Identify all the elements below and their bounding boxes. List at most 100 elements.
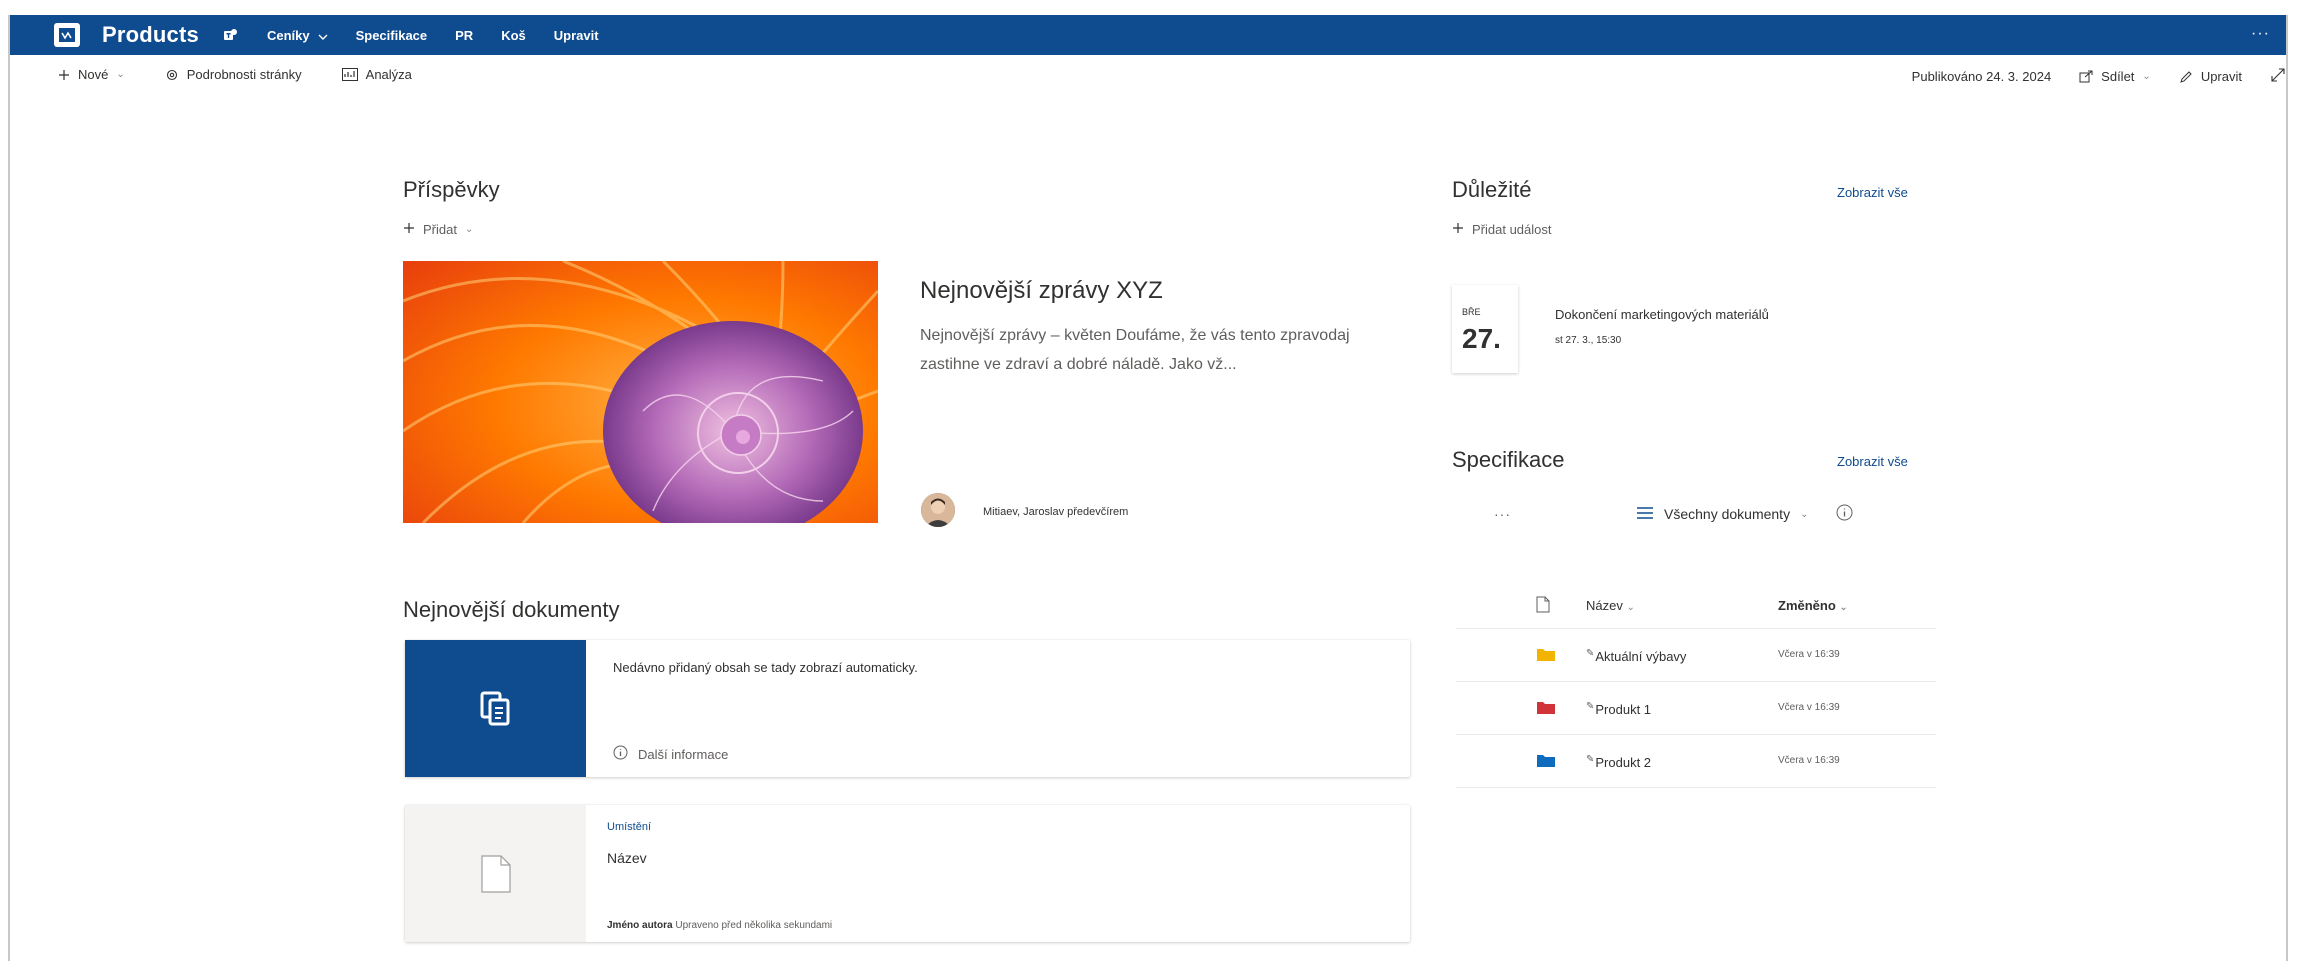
page-details-label: Podrobnosti stránky: [186, 67, 302, 82]
new-item-icon: ✎: [1586, 754, 1595, 765]
published-status: Publikováno 24. 3. 2024: [1911, 69, 2052, 84]
edit-label: Upravit: [2200, 69, 2242, 84]
nav-item-pr[interactable]: PR: [455, 28, 473, 43]
command-bar: Nové ⌄ Podrobnosti stránky Analýza Publi…: [10, 55, 2286, 99]
avatar[interactable]: [921, 493, 955, 527]
column-header-name[interactable]: Název ⌄: [1586, 598, 1635, 613]
gear-icon: [165, 68, 179, 82]
new-item-icon: ✎: [1586, 648, 1595, 659]
new-button[interactable]: Nové ⌄: [58, 67, 125, 82]
row-name-label: Aktuální výbavy: [1595, 649, 1687, 664]
more-icon[interactable]: ···: [2251, 25, 2270, 43]
plus-icon: [58, 69, 70, 81]
nav-item-label: PR: [455, 27, 474, 43]
chevron-down-icon: ⌄: [1626, 602, 1635, 613]
row-modified: Včera v 16:39: [1778, 702, 1840, 713]
nav-item-specifikace[interactable]: Specifikace: [356, 28, 428, 43]
column-header-name-label: Název: [1586, 598, 1623, 613]
table-header-row: Název ⌄ Změněno ⌄: [1456, 578, 1936, 629]
documents-icon: [405, 640, 586, 777]
events-heading: Důležité: [1452, 177, 1532, 202]
analytics-button[interactable]: Analýza: [341, 67, 412, 82]
nav-item-ceniky[interactable]: Ceníky: [267, 28, 328, 43]
news-title[interactable]: Nejnovější zprávy XYZ: [920, 277, 1163, 305]
info-icon[interactable]: [1836, 504, 1853, 524]
view-selector[interactable]: Všechny dokumenty ⌄: [1636, 504, 1853, 524]
library-heading: Specifikace: [1452, 447, 1565, 472]
view-selector-label: Všechny dokumenty: [1664, 506, 1791, 522]
row-modified: Včera v 16:39: [1778, 755, 1840, 766]
row-modified: Včera v 16:39: [1778, 649, 1840, 660]
share-button[interactable]: Sdílet ⌄: [2079, 69, 2151, 84]
analytics-label: Analýza: [365, 67, 412, 82]
site-logo-icon[interactable]: [54, 23, 80, 47]
recent-docs-heading: Nejnovější dokumenty: [403, 597, 620, 622]
library-see-all-link[interactable]: Zobrazit vše: [1837, 454, 1908, 469]
chevron-down-icon: [318, 28, 328, 43]
add-event-label: Přidat událost: [1472, 222, 1552, 237]
news-author: Mitiaev, Jaroslav předevčírem: [983, 506, 1129, 518]
row-name[interactable]: ✎Aktuální výbavy: [1586, 648, 1687, 664]
plus-icon: [403, 222, 415, 237]
recent-doc-placeholder-card[interactable]: Nedávno přidaný obsah se tady zobrazí au…: [405, 640, 1410, 777]
chevron-down-icon: ⌄: [1839, 602, 1848, 613]
row-name[interactable]: ✎Produkt 1: [1586, 701, 1652, 717]
column-header-modified-label: Změněno: [1778, 598, 1836, 613]
table-row[interactable]: ✎Aktuální výbavy Včera v 16:39: [1456, 629, 1936, 682]
news-heading: Příspěvky: [403, 177, 500, 202]
nav-item-label: Ceníky: [266, 27, 310, 43]
add-post-label: Přidat: [423, 222, 457, 237]
doc-author: Jméno autora: [607, 920, 673, 931]
event-title[interactable]: Dokončení marketingových materiálů: [1555, 307, 1769, 322]
site-header: Products Ceníky Specifikace PR Koš Uprav…: [10, 15, 2286, 55]
row-name-label: Produkt 2: [1595, 755, 1652, 770]
more-info-link[interactable]: Další informace: [613, 745, 728, 763]
row-name-label: Produkt 1: [1595, 702, 1652, 717]
event-day: 27.: [1462, 323, 1501, 354]
edit-button[interactable]: Upravit: [2179, 69, 2242, 84]
nav-item-label: Upravit: [553, 27, 599, 43]
share-label: Sdílet: [2101, 69, 2135, 84]
new-button-label: Nové: [78, 67, 109, 82]
chart-icon: [341, 68, 358, 81]
recent-doc-placeholder-text: Nedávno přidaný obsah se tady zobrazí au…: [613, 660, 918, 675]
expand-icon[interactable]: [2270, 67, 2286, 86]
plus-icon: [1452, 222, 1464, 237]
nav-item-kos[interactable]: Koš: [501, 28, 526, 43]
chevron-down-icon: ⌄: [116, 69, 125, 80]
doc-meta: Jméno autora Upraveno před několika seku…: [607, 920, 832, 931]
row-name[interactable]: ✎Produkt 2: [1586, 754, 1652, 770]
nav-item-upravit[interactable]: Upravit: [554, 28, 599, 43]
events-see-all-link[interactable]: Zobrazit vše: [1837, 185, 1908, 200]
new-item-icon: ✎: [1586, 701, 1595, 712]
add-post-button[interactable]: Přidat ⌄: [403, 222, 473, 237]
add-event-button[interactable]: Přidat událost: [1452, 222, 1552, 237]
event-date-tile[interactable]: BŘE 27.: [1452, 285, 1518, 373]
doc-modified: Upraveno před několika sekundami: [675, 920, 833, 931]
news-hero-image[interactable]: [403, 261, 878, 523]
info-icon: [613, 745, 628, 763]
chevron-down-icon: ⌄: [2142, 71, 2151, 82]
nav-item-label: Specifikace: [355, 27, 428, 43]
more-actions-icon[interactable]: ···: [1494, 506, 1511, 522]
folder-icon: [1536, 647, 1556, 665]
list-icon: [1636, 506, 1654, 523]
more-info-label: Další informace: [638, 746, 729, 762]
table-row[interactable]: ✎Produkt 2 Včera v 16:39: [1456, 735, 1936, 788]
page-details-button[interactable]: Podrobnosti stránky: [165, 67, 302, 82]
file-icon: [405, 805, 586, 942]
sharepoint-page: Products Ceníky Specifikace PR Koš Uprav…: [8, 15, 2288, 961]
event-month: BŘE: [1462, 307, 1481, 317]
share-icon: [2079, 70, 2093, 84]
column-header-modified[interactable]: Změněno ⌄: [1778, 598, 1848, 613]
file-type-icon: [1536, 596, 1550, 616]
table-row[interactable]: ✎Produkt 1 Včera v 16:39: [1456, 682, 1936, 735]
chevron-down-icon: ⌄: [1800, 508, 1809, 520]
nav-item-label: Koš: [501, 27, 526, 43]
event-time: st 27. 3., 15:30: [1555, 335, 1622, 346]
teams-icon[interactable]: [223, 28, 239, 42]
folder-icon: [1536, 700, 1556, 718]
recent-doc-card[interactable]: Umístění Název Jméno autora Upraveno pře…: [405, 805, 1410, 942]
site-title[interactable]: Products: [102, 22, 199, 48]
pencil-icon: [2179, 70, 2193, 84]
